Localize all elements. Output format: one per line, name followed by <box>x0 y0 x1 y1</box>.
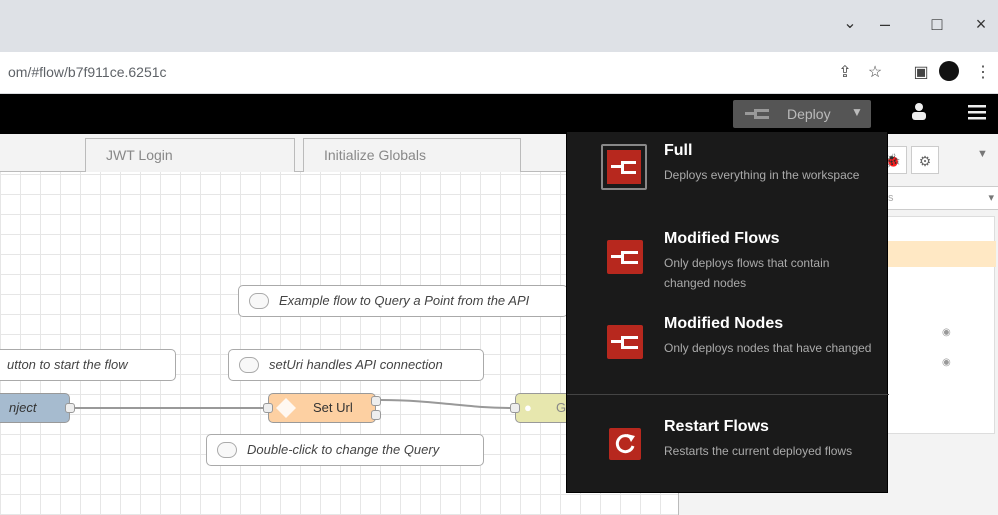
menu-item-title: Modified Flows <box>664 230 780 247</box>
menu-item-restart-flows[interactable]: Restart Flows Restarts the current deplo… <box>567 408 889 492</box>
menu-item-title: Restart Flows <box>664 418 769 435</box>
comment-text: setUri handles API connection <box>269 357 443 372</box>
menu-item-modified-flows[interactable]: Modified Flows Only deploys flows that c… <box>567 220 889 304</box>
kebab-menu-icon[interactable]: ⋮ <box>970 60 996 86</box>
input-port[interactable] <box>510 403 520 413</box>
menu-item-modified-nodes[interactable]: Modified Nodes Only deploys nodes that h… <box>567 305 889 389</box>
caret-down-icon: ▾ <box>988 192 994 204</box>
comment-text: utton to start the flow <box>7 357 128 372</box>
profile-avatar[interactable] <box>936 60 962 86</box>
menu-item-desc: Only deploys flows that contain changed … <box>664 256 830 290</box>
chevron-down-icon[interactable]: ⌄ <box>835 10 865 38</box>
menu-item-desc: Only deploys nodes that have changed <box>664 341 872 355</box>
comment-node-seturl[interactable]: setUri handles API connection <box>228 349 484 381</box>
close-icon[interactable]: × <box>966 10 996 38</box>
menu-item-desc: Deploys everything in the workspace <box>664 168 860 182</box>
deploy-dropdown-menu: Full Deploys everything in the workspace… <box>566 131 889 493</box>
comment-node-doubleclick[interactable]: Double-click to change the Query <box>206 434 484 466</box>
node-label: G <box>556 400 567 415</box>
minimize-icon[interactable]: – <box>870 10 900 38</box>
menu-item-title: Full <box>664 142 693 159</box>
node-label: nject <box>9 400 37 415</box>
comment-icon <box>217 442 237 458</box>
bookmark-star-icon[interactable]: ☆ <box>862 60 888 86</box>
menu-item-title: Modified Nodes <box>664 315 784 332</box>
output-port[interactable] <box>371 396 381 406</box>
inject-node[interactable]: nject <box>0 393 70 423</box>
deploy-flows-icon <box>607 240 643 274</box>
comment-node-button[interactable]: utton to start the flow <box>0 349 176 381</box>
deploy-icon <box>745 109 769 119</box>
eye-icon[interactable]: ◉ <box>942 357 951 368</box>
gear-icon[interactable]: ⚙ <box>911 146 939 174</box>
hamburger-menu-icon[interactable] <box>962 100 992 128</box>
comment-text: Double-click to change the Query <box>247 442 440 457</box>
comment-text: Example flow to Query a Point from the A… <box>279 293 530 308</box>
comment-node-example[interactable]: Example flow to Query a Point from the A… <box>238 285 568 317</box>
menu-item-full-deploy[interactable]: Full Deploys everything in the workspace <box>567 132 889 216</box>
output-port[interactable] <box>65 403 75 413</box>
user-icon[interactable] <box>904 100 934 128</box>
deploy-label: Deploy <box>787 106 831 122</box>
deploy-nodes-icon <box>607 325 643 359</box>
comment-icon <box>249 293 269 309</box>
switch-icon <box>276 398 296 418</box>
eye-icon[interactable]: ◉ <box>942 327 951 338</box>
chevron-down-icon[interactable]: ▼ <box>977 148 988 160</box>
node-label: Set Url <box>313 400 353 415</box>
share-icon[interactable]: ⇪ <box>832 60 858 86</box>
menu-item-desc: Restarts the current deployed flows <box>664 444 853 458</box>
maximize-icon[interactable]: □ <box>922 10 952 38</box>
menu-divider <box>567 394 889 395</box>
deploy-button[interactable]: Deploy ▼ <box>733 100 871 128</box>
function-node-set-url[interactable]: Set Url <box>268 393 376 423</box>
deploy-full-icon <box>601 144 647 190</box>
globe-icon: ● <box>524 400 532 415</box>
output-port[interactable] <box>371 410 381 420</box>
sidepanel-icon[interactable]: ▣ <box>908 60 934 86</box>
input-port[interactable] <box>263 403 273 413</box>
caret-down-icon: ▼ <box>851 105 863 119</box>
comment-icon <box>239 357 259 373</box>
restart-icon <box>609 428 641 460</box>
